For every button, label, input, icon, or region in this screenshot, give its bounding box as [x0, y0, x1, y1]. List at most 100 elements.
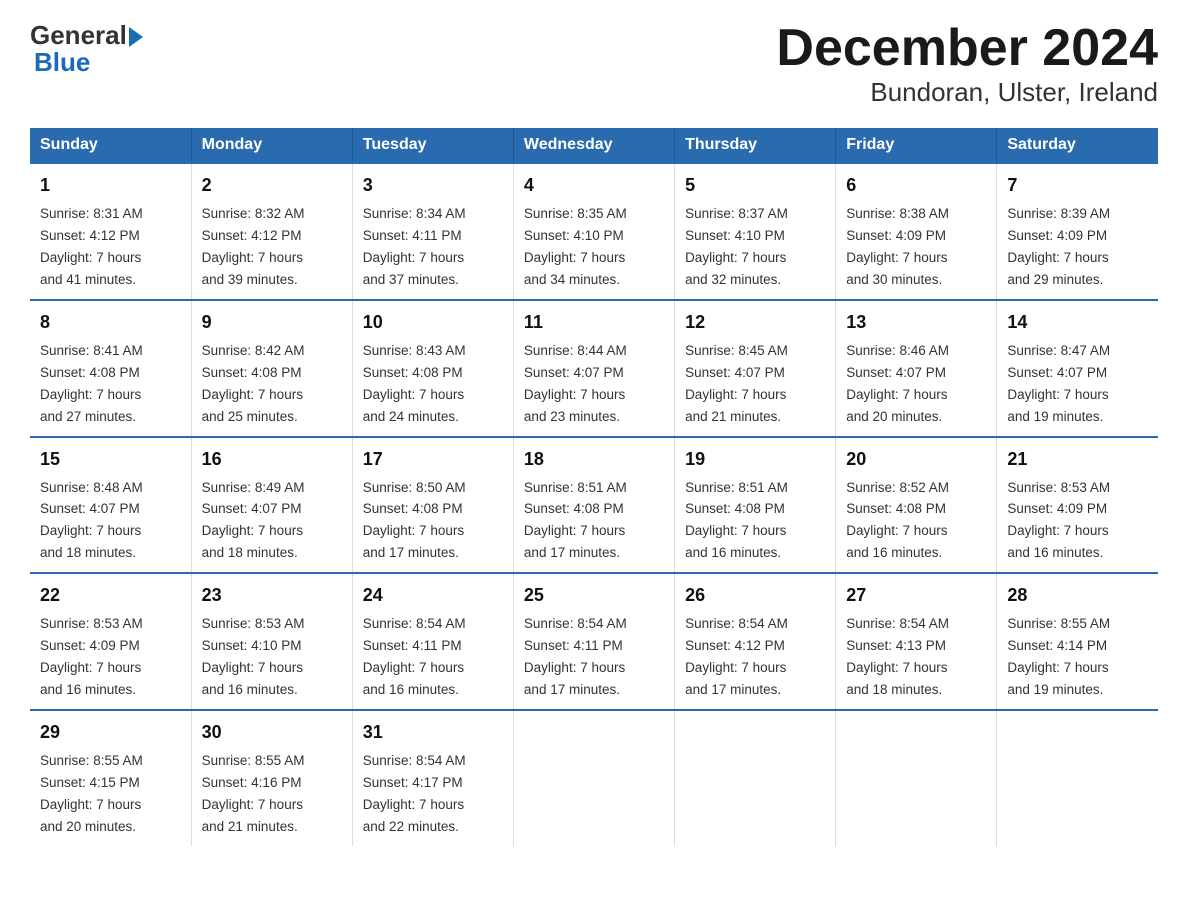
day-number: 28	[1007, 582, 1148, 609]
calendar-cell: 18 Sunrise: 8:51 AMSunset: 4:08 PMDaylig…	[513, 437, 674, 574]
calendar-cell: 21 Sunrise: 8:53 AMSunset: 4:09 PMDaylig…	[997, 437, 1158, 574]
day-number: 3	[363, 172, 503, 199]
day-info: Sunrise: 8:31 AMSunset: 4:12 PMDaylight:…	[40, 206, 143, 287]
day-number: 27	[846, 582, 986, 609]
day-number: 5	[685, 172, 825, 199]
calendar-cell: 9 Sunrise: 8:42 AMSunset: 4:08 PMDayligh…	[191, 300, 352, 437]
day-info: Sunrise: 8:34 AMSunset: 4:11 PMDaylight:…	[363, 206, 466, 287]
calendar-cell: 31 Sunrise: 8:54 AMSunset: 4:17 PMDaylig…	[352, 710, 513, 846]
col-thursday: Thursday	[675, 128, 836, 163]
calendar-cell: 3 Sunrise: 8:34 AMSunset: 4:11 PMDayligh…	[352, 163, 513, 300]
col-tuesday: Tuesday	[352, 128, 513, 163]
day-number: 26	[685, 582, 825, 609]
day-number: 7	[1007, 172, 1148, 199]
day-info: Sunrise: 8:51 AMSunset: 4:08 PMDaylight:…	[524, 480, 627, 561]
calendar-cell: 10 Sunrise: 8:43 AMSunset: 4:08 PMDaylig…	[352, 300, 513, 437]
calendar-cell: 24 Sunrise: 8:54 AMSunset: 4:11 PMDaylig…	[352, 573, 513, 710]
title-block: December 2024 Bundoran, Ulster, Ireland	[776, 20, 1158, 108]
day-info: Sunrise: 8:39 AMSunset: 4:09 PMDaylight:…	[1007, 206, 1110, 287]
calendar-cell: 11 Sunrise: 8:44 AMSunset: 4:07 PMDaylig…	[513, 300, 674, 437]
day-info: Sunrise: 8:51 AMSunset: 4:08 PMDaylight:…	[685, 480, 788, 561]
day-number: 11	[524, 309, 664, 336]
calendar-cell: 1 Sunrise: 8:31 AMSunset: 4:12 PMDayligh…	[30, 163, 191, 300]
calendar-cell: 16 Sunrise: 8:49 AMSunset: 4:07 PMDaylig…	[191, 437, 352, 574]
day-info: Sunrise: 8:44 AMSunset: 4:07 PMDaylight:…	[524, 343, 627, 424]
day-number: 13	[846, 309, 986, 336]
day-number: 24	[363, 582, 503, 609]
calendar-cell: 29 Sunrise: 8:55 AMSunset: 4:15 PMDaylig…	[30, 710, 191, 846]
day-info: Sunrise: 8:54 AMSunset: 4:17 PMDaylight:…	[363, 753, 466, 834]
calendar-cell: 6 Sunrise: 8:38 AMSunset: 4:09 PMDayligh…	[836, 163, 997, 300]
calendar-cell: 22 Sunrise: 8:53 AMSunset: 4:09 PMDaylig…	[30, 573, 191, 710]
day-number: 31	[363, 719, 503, 746]
day-info: Sunrise: 8:55 AMSunset: 4:16 PMDaylight:…	[202, 753, 305, 834]
day-info: Sunrise: 8:49 AMSunset: 4:07 PMDaylight:…	[202, 480, 305, 561]
day-number: 14	[1007, 309, 1148, 336]
day-number: 21	[1007, 446, 1148, 473]
day-number: 12	[685, 309, 825, 336]
col-saturday: Saturday	[997, 128, 1158, 163]
day-number: 15	[40, 446, 181, 473]
week-row-5: 29 Sunrise: 8:55 AMSunset: 4:15 PMDaylig…	[30, 710, 1158, 846]
calendar-table: Sunday Monday Tuesday Wednesday Thursday…	[30, 128, 1158, 845]
day-info: Sunrise: 8:42 AMSunset: 4:08 PMDaylight:…	[202, 343, 305, 424]
day-number: 2	[202, 172, 342, 199]
day-info: Sunrise: 8:53 AMSunset: 4:09 PMDaylight:…	[1007, 480, 1110, 561]
calendar-cell: 7 Sunrise: 8:39 AMSunset: 4:09 PMDayligh…	[997, 163, 1158, 300]
calendar-cell: 20 Sunrise: 8:52 AMSunset: 4:08 PMDaylig…	[836, 437, 997, 574]
day-number: 6	[846, 172, 986, 199]
page-subtitle: Bundoran, Ulster, Ireland	[776, 77, 1158, 108]
day-info: Sunrise: 8:54 AMSunset: 4:11 PMDaylight:…	[524, 616, 627, 697]
day-info: Sunrise: 8:53 AMSunset: 4:09 PMDaylight:…	[40, 616, 143, 697]
week-row-3: 15 Sunrise: 8:48 AMSunset: 4:07 PMDaylig…	[30, 437, 1158, 574]
day-info: Sunrise: 8:54 AMSunset: 4:11 PMDaylight:…	[363, 616, 466, 697]
calendar-cell: 13 Sunrise: 8:46 AMSunset: 4:07 PMDaylig…	[836, 300, 997, 437]
day-info: Sunrise: 8:41 AMSunset: 4:08 PMDaylight:…	[40, 343, 143, 424]
day-info: Sunrise: 8:54 AMSunset: 4:13 PMDaylight:…	[846, 616, 949, 697]
day-number: 29	[40, 719, 181, 746]
calendar-cell	[675, 710, 836, 846]
day-info: Sunrise: 8:32 AMSunset: 4:12 PMDaylight:…	[202, 206, 305, 287]
calendar-cell: 4 Sunrise: 8:35 AMSunset: 4:10 PMDayligh…	[513, 163, 674, 300]
day-info: Sunrise: 8:35 AMSunset: 4:10 PMDaylight:…	[524, 206, 627, 287]
page-header: General Blue December 2024 Bundoran, Uls…	[30, 20, 1158, 108]
day-number: 20	[846, 446, 986, 473]
day-info: Sunrise: 8:48 AMSunset: 4:07 PMDaylight:…	[40, 480, 143, 561]
col-monday: Monday	[191, 128, 352, 163]
calendar-cell: 26 Sunrise: 8:54 AMSunset: 4:12 PMDaylig…	[675, 573, 836, 710]
calendar-cell	[836, 710, 997, 846]
header-row: Sunday Monday Tuesday Wednesday Thursday…	[30, 128, 1158, 163]
day-info: Sunrise: 8:55 AMSunset: 4:14 PMDaylight:…	[1007, 616, 1110, 697]
col-friday: Friday	[836, 128, 997, 163]
day-info: Sunrise: 8:50 AMSunset: 4:08 PMDaylight:…	[363, 480, 466, 561]
week-row-4: 22 Sunrise: 8:53 AMSunset: 4:09 PMDaylig…	[30, 573, 1158, 710]
day-number: 8	[40, 309, 181, 336]
day-number: 18	[524, 446, 664, 473]
calendar-cell: 8 Sunrise: 8:41 AMSunset: 4:08 PMDayligh…	[30, 300, 191, 437]
day-number: 17	[363, 446, 503, 473]
calendar-cell: 5 Sunrise: 8:37 AMSunset: 4:10 PMDayligh…	[675, 163, 836, 300]
day-number: 25	[524, 582, 664, 609]
calendar-cell: 27 Sunrise: 8:54 AMSunset: 4:13 PMDaylig…	[836, 573, 997, 710]
day-number: 9	[202, 309, 342, 336]
day-number: 23	[202, 582, 342, 609]
day-number: 30	[202, 719, 342, 746]
calendar-cell: 30 Sunrise: 8:55 AMSunset: 4:16 PMDaylig…	[191, 710, 352, 846]
day-number: 19	[685, 446, 825, 473]
day-number: 16	[202, 446, 342, 473]
day-number: 10	[363, 309, 503, 336]
day-number: 1	[40, 172, 181, 199]
day-info: Sunrise: 8:55 AMSunset: 4:15 PMDaylight:…	[40, 753, 143, 834]
calendar-cell: 15 Sunrise: 8:48 AMSunset: 4:07 PMDaylig…	[30, 437, 191, 574]
calendar-cell: 12 Sunrise: 8:45 AMSunset: 4:07 PMDaylig…	[675, 300, 836, 437]
day-info: Sunrise: 8:43 AMSunset: 4:08 PMDaylight:…	[363, 343, 466, 424]
col-wednesday: Wednesday	[513, 128, 674, 163]
day-info: Sunrise: 8:52 AMSunset: 4:08 PMDaylight:…	[846, 480, 949, 561]
day-info: Sunrise: 8:54 AMSunset: 4:12 PMDaylight:…	[685, 616, 788, 697]
calendar-cell: 23 Sunrise: 8:53 AMSunset: 4:10 PMDaylig…	[191, 573, 352, 710]
logo-blue-text: Blue	[34, 47, 90, 78]
day-number: 22	[40, 582, 181, 609]
calendar-cell: 2 Sunrise: 8:32 AMSunset: 4:12 PMDayligh…	[191, 163, 352, 300]
calendar-cell	[513, 710, 674, 846]
week-row-2: 8 Sunrise: 8:41 AMSunset: 4:08 PMDayligh…	[30, 300, 1158, 437]
